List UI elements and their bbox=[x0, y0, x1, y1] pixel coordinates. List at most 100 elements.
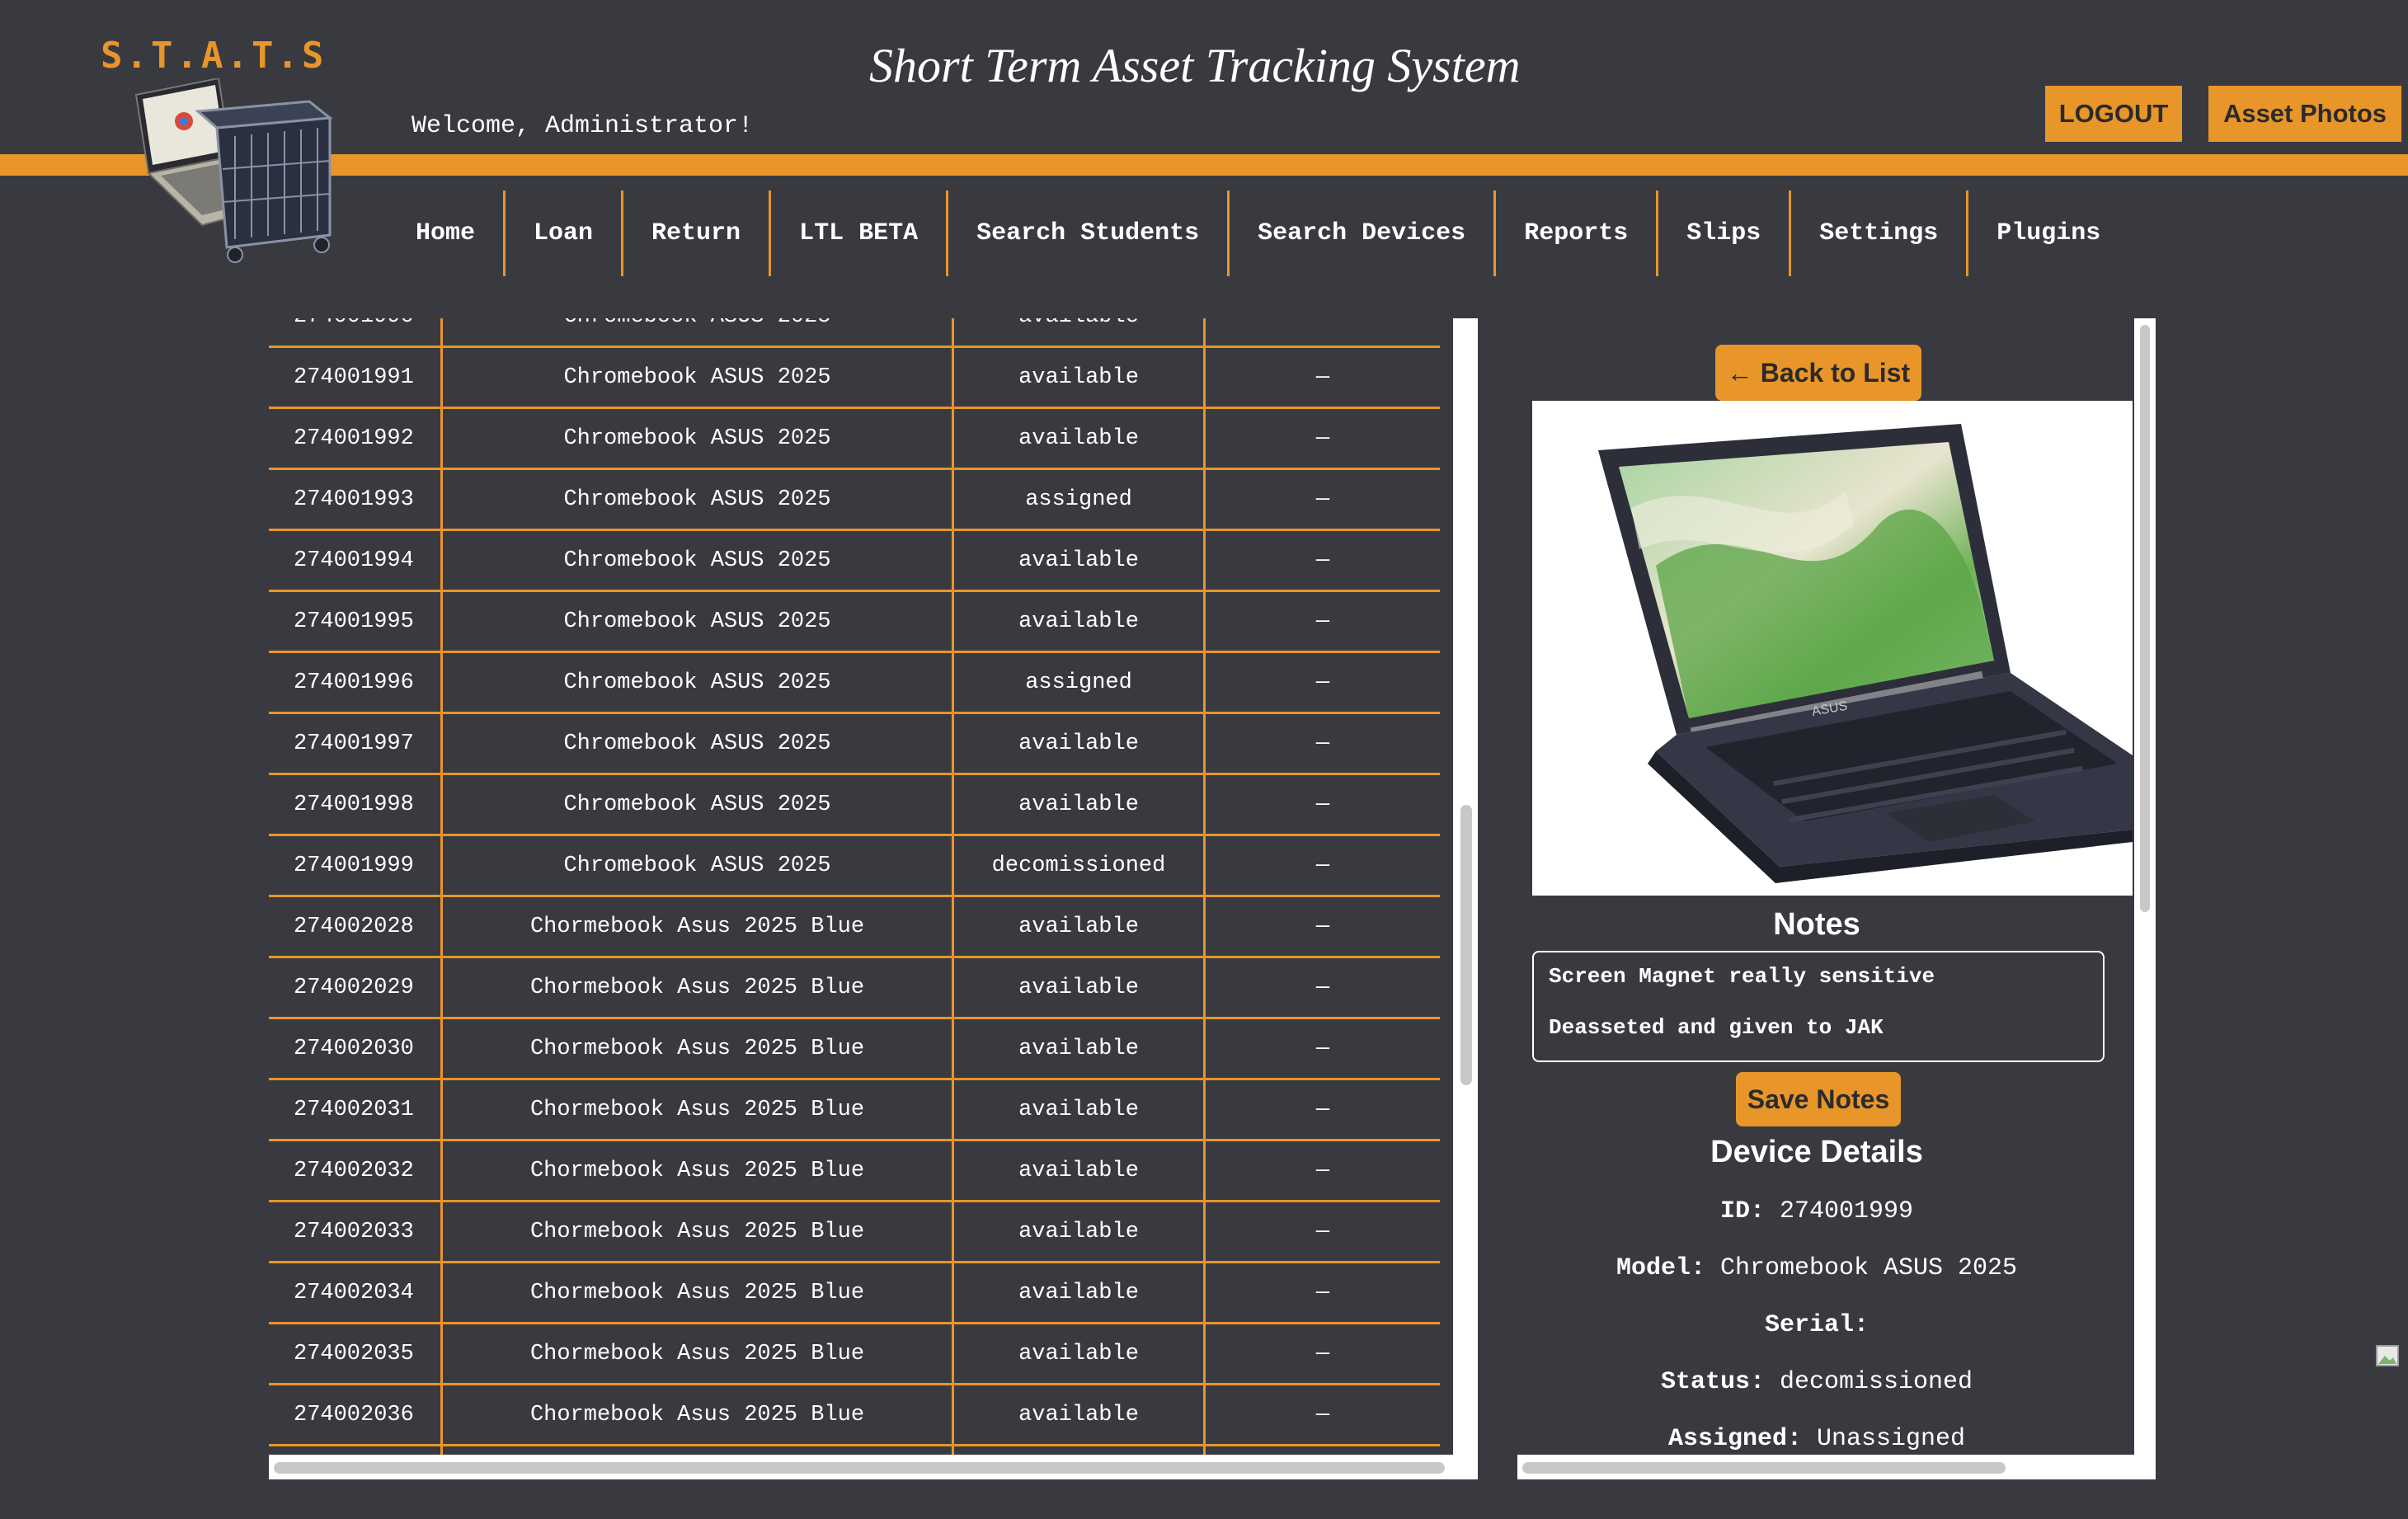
device-assigned-cell: — bbox=[1315, 1219, 1330, 1244]
nav-settings[interactable]: Settings bbox=[1791, 190, 1969, 276]
device-status-cell: available bbox=[954, 1202, 1206, 1261]
table-row[interactable]: 274002031 Chormebook Asus 2025 Blue availa… bbox=[269, 1080, 1440, 1141]
device-id-cell: 274001996 bbox=[269, 653, 443, 712]
device-id-cell: 274002034 bbox=[269, 1263, 443, 1322]
table-row[interactable]: 274001991 Chromebook ASUS 2025 available — bbox=[269, 348, 1440, 409]
logo-laptop-cart-icon bbox=[134, 78, 333, 263]
asus-chromebook-photo-icon: ASUS bbox=[1598, 424, 2133, 883]
table-row[interactable]: 274002028 Chormebook Asus 2025 Blue availa… bbox=[269, 897, 1440, 958]
device-detail-panel: ← Back to List ASUS Notes Screen Magnet … bbox=[1517, 318, 2156, 1479]
table-row[interactable]: 274001998 Chromebook ASUS 2025 available — bbox=[269, 775, 1440, 836]
detail-id: ID: 274001999 bbox=[1517, 1197, 2116, 1225]
table-row[interactable]: 274001992 Chromebook ASUS 2025 available — bbox=[269, 409, 1440, 470]
nav-plugins[interactable]: Plugins bbox=[1968, 190, 2128, 276]
nav-search-devices[interactable]: Search Devices bbox=[1230, 190, 1497, 276]
detail-label: ID: bbox=[1719, 1197, 1765, 1225]
device-model-cell: Chormebook Asus 2025 Blue bbox=[443, 1324, 954, 1383]
device-assigned-cell: — bbox=[1315, 364, 1330, 390]
device-status-cell: available bbox=[954, 1263, 1206, 1322]
device-model-cell: Chormebook Asus 2025 Blue bbox=[443, 1385, 954, 1444]
asset-photos-button[interactable]: Asset Photos bbox=[2208, 86, 2401, 142]
table-row[interactable]: 274002036 Chormebook Asus 2025 Blue availa… bbox=[269, 1385, 1440, 1446]
scrollbar-thumb[interactable] bbox=[1460, 805, 1472, 1085]
device-assigned-cell: — bbox=[1315, 853, 1330, 878]
table-row[interactable]: 274001997 Chromebook ASUS 2025 available — bbox=[269, 714, 1440, 775]
device-id-cell: 274001993 bbox=[269, 470, 443, 529]
detail-model: Model: Chromebook ASUS 2025 bbox=[1517, 1254, 2116, 1282]
device-id-cell: 274002032 bbox=[269, 1141, 443, 1200]
nav-home[interactable]: Home bbox=[388, 190, 506, 276]
table-row[interactable]: 274002033 Chormebook Asus 2025 Blue availa… bbox=[269, 1202, 1440, 1263]
nav-reports[interactable]: Reports bbox=[1496, 190, 1659, 276]
back-to-list-button[interactable]: ← Back to List bbox=[1715, 345, 1921, 401]
device-status-cell: available bbox=[954, 318, 1206, 346]
notes-textarea[interactable]: Screen Magnet really sensitive Deasseted… bbox=[1532, 951, 2105, 1062]
device-model-cell: Chormebook Asus 2025 Blue bbox=[443, 1080, 954, 1139]
device-model-cell: Chromebook ASUS 2025 bbox=[443, 592, 954, 651]
detail-horizontal-scrollbar[interactable] bbox=[1517, 1455, 2156, 1479]
table-row[interactable]: 274002030 Chormebook Asus 2025 Blue availa… bbox=[269, 1019, 1440, 1080]
device-status-cell: available bbox=[954, 714, 1206, 773]
table-row[interactable]: 274001994 Chromebook ASUS 2025 available — bbox=[269, 531, 1440, 592]
device-assigned-cell: — bbox=[1315, 670, 1330, 695]
device-status-cell: assigned bbox=[954, 470, 1206, 529]
detail-value: Unassigned bbox=[1817, 1425, 1966, 1453]
device-status-cell: available bbox=[954, 531, 1206, 590]
nav-search-students[interactable]: Search Students bbox=[948, 190, 1230, 276]
table-row[interactable]: 274002032 Chormebook Asus 2025 Blue availa… bbox=[269, 1141, 1440, 1202]
device-id-cell: 274001991 bbox=[269, 348, 443, 407]
scrollbar-thumb[interactable] bbox=[2140, 325, 2150, 912]
detail-assigned: Assigned: Unassigned bbox=[1517, 1425, 2116, 1453]
scrollbar-thumb[interactable] bbox=[274, 1462, 1445, 1474]
device-id-cell: 274002035 bbox=[269, 1324, 443, 1383]
device-assigned-cell: — bbox=[1315, 975, 1330, 1000]
nav-return[interactable]: Return bbox=[623, 190, 772, 276]
device-id-cell: 274002030 bbox=[269, 1019, 443, 1078]
device-model-cell: Chromebook ASUS 2025 bbox=[443, 836, 954, 895]
header-divider bbox=[0, 154, 2408, 176]
device-model-cell: Chormebook Asus 2025 Blue bbox=[443, 1263, 954, 1322]
device-id-cell: 274001994 bbox=[269, 531, 443, 590]
scrollbar-thumb[interactable] bbox=[1522, 1462, 2006, 1474]
device-id-cell: 274001997 bbox=[269, 714, 443, 773]
table-row[interactable]: 274002029 Chormebook Asus 2025 Blue availa… bbox=[269, 958, 1440, 1019]
detail-label: Serial: bbox=[1764, 1311, 1869, 1339]
detail-value: Chromebook ASUS 2025 bbox=[1719, 1254, 2018, 1282]
table-horizontal-scrollbar[interactable] bbox=[269, 1455, 1478, 1479]
device-photo: ASUS bbox=[1532, 401, 2133, 896]
table-row[interactable]: 274001993 Chromebook ASUS 2025 assigned — bbox=[269, 470, 1440, 531]
device-id-cell: 274001992 bbox=[269, 409, 443, 468]
table-row[interactable]: 274002035 Chormebook Asus 2025 Blue availa… bbox=[269, 1324, 1440, 1385]
notes-line: Deasseted and given to JAK bbox=[1549, 1015, 1884, 1040]
nav-slips[interactable]: Slips bbox=[1658, 190, 1792, 276]
save-notes-button[interactable]: Save Notes bbox=[1736, 1072, 1901, 1126]
table-row[interactable]: 274002034 Chormebook Asus 2025 Blue availa… bbox=[269, 1263, 1440, 1324]
device-id-cell: 274002036 bbox=[269, 1385, 443, 1444]
device-id-cell: 274001998 bbox=[269, 775, 443, 834]
device-status-cell: available bbox=[954, 1141, 1206, 1200]
device-assigned-cell: — bbox=[1315, 731, 1330, 756]
device-id-cell: 274001999 bbox=[269, 836, 443, 895]
device-model-cell: Chromebook ASUS 2025 bbox=[443, 318, 954, 346]
table-row[interactable]: 274001999 Chromebook ASUS 2025 decomission… bbox=[269, 836, 1440, 897]
detail-value: 274001999 bbox=[1780, 1197, 1914, 1225]
device-assigned-cell: — bbox=[1315, 1402, 1330, 1427]
device-status-cell: available bbox=[954, 1324, 1206, 1383]
detail-vertical-scrollbar[interactable] bbox=[2134, 318, 2156, 1465]
detail-label: Assigned: bbox=[1667, 1425, 1802, 1453]
table-row[interactable]: 274001990Chromebook ASUS 2025available— bbox=[269, 318, 1440, 348]
table-row[interactable]: 274001995 Chromebook ASUS 2025 available — bbox=[269, 592, 1440, 653]
nav-loan[interactable]: Loan bbox=[506, 190, 624, 276]
logout-button[interactable]: LOGOUT bbox=[2045, 86, 2182, 142]
device-table: 274001990Chromebook ASUS 2025available—2… bbox=[269, 318, 1440, 1479]
device-status-cell: available bbox=[954, 348, 1206, 407]
table-row[interactable]: 274001996 Chromebook ASUS 2025 assigned — bbox=[269, 653, 1440, 714]
device-assigned-cell: — bbox=[1315, 1280, 1330, 1305]
detail-label: Status: bbox=[1660, 1368, 1765, 1396]
device-assigned-cell: — bbox=[1315, 1036, 1330, 1061]
nav-ltl-beta[interactable]: LTL BETA bbox=[771, 190, 949, 276]
detail-serial: Serial: bbox=[1517, 1311, 2116, 1339]
device-assigned-cell: — bbox=[1315, 1341, 1330, 1366]
table-vertical-scrollbar[interactable] bbox=[1453, 318, 1478, 1465]
device-status-cell: assigned bbox=[954, 653, 1206, 712]
